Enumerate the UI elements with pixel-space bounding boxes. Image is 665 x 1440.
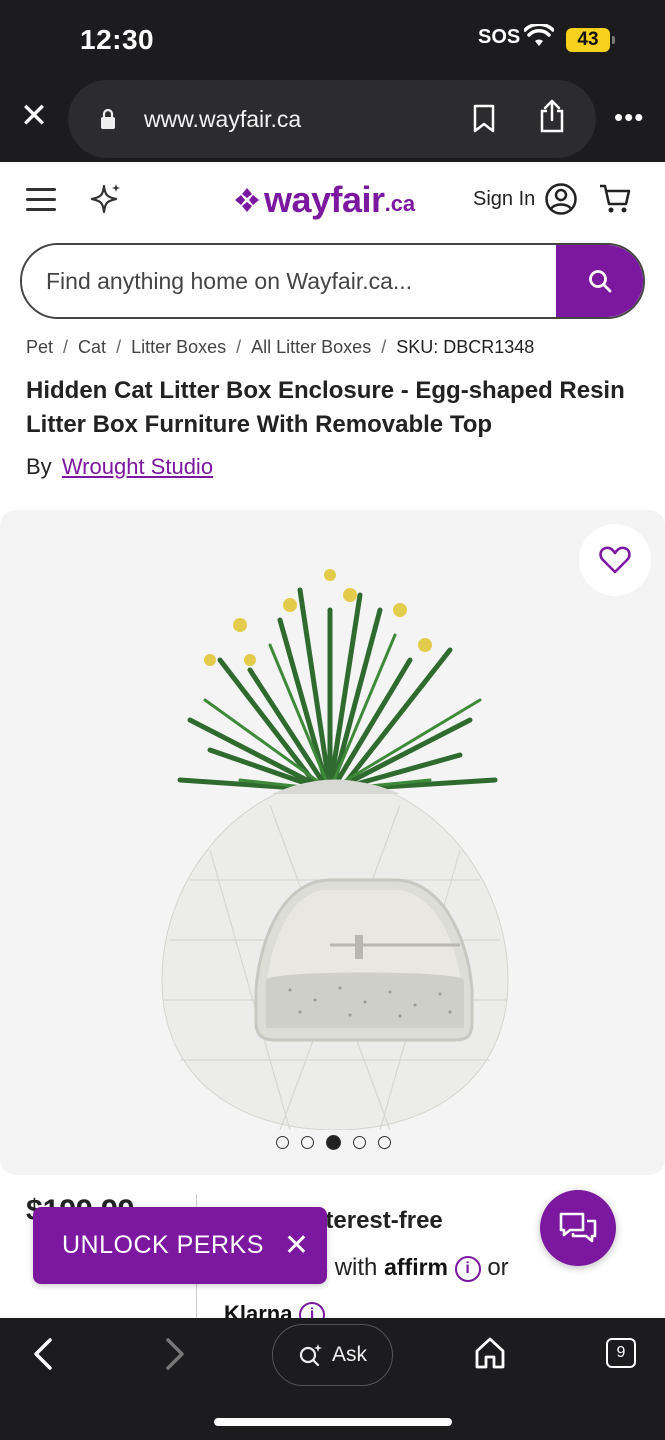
breadcrumb: Pet / Cat / Litter Boxes / All Litter Boxes… — [26, 337, 534, 358]
status-bar: 12:30 SOS 43 — [0, 0, 665, 76]
ask-sparkle-icon — [299, 1344, 322, 1367]
wayfair-logo[interactable]: wayfair .ca — [232, 178, 415, 222]
more-options-icon[interactable]: ••• — [614, 104, 644, 130]
unlock-perks-banner[interactable]: UNLOCK PERKS ✕ — [33, 1207, 327, 1284]
gallery-pagination — [276, 1135, 391, 1150]
battery-indicator: 43 — [566, 28, 615, 52]
breadcrumb-pet[interactable]: Pet — [26, 337, 53, 358]
back-arrow-icon[interactable] — [30, 1336, 58, 1372]
search-icon — [589, 270, 612, 293]
search-bar — [20, 243, 645, 319]
sign-in-link[interactable]: Sign In — [473, 188, 535, 211]
breadcrumb-separator: / — [236, 337, 242, 357]
logo-suffix: .ca — [384, 191, 416, 216]
chat-icon — [559, 1212, 597, 1243]
home-indicator — [214, 1418, 452, 1426]
sos-indicator: SOS — [478, 26, 521, 48]
hamburger-menu-icon[interactable] — [26, 188, 56, 212]
status-time: 12:30 — [80, 24, 155, 55]
gallery-dot[interactable] — [378, 1136, 391, 1149]
sparkle-icon[interactable] — [90, 182, 122, 216]
lock-icon — [101, 108, 115, 129]
ask-button[interactable]: Ask — [272, 1324, 393, 1386]
gallery-dot-active[interactable] — [326, 1135, 341, 1150]
favorite-button[interactable] — [579, 524, 651, 596]
bookmark-icon[interactable] — [472, 104, 496, 134]
breadcrumb-litter-boxes[interactable]: Litter Boxes — [131, 337, 226, 358]
url-text: www.wayfair.ca — [144, 106, 302, 132]
breadcrumb-all-litter-boxes[interactable]: All Litter Boxes — [251, 337, 371, 358]
close-icon[interactable]: ✕ — [18, 96, 50, 136]
breadcrumb-cat[interactable]: Cat — [78, 337, 106, 358]
chat-button[interactable] — [540, 1190, 616, 1266]
browser-toolbar: ✕ www.wayfair.ca ••• — [0, 76, 665, 162]
gallery-dot[interactable] — [301, 1136, 314, 1149]
ask-label: Ask — [331, 1343, 367, 1366]
sku-label: SKU: DBCR1348 — [396, 337, 535, 357]
forward-arrow-icon[interactable] — [160, 1336, 188, 1372]
breadcrumb-separator: / — [381, 337, 387, 357]
affirm-or: or — [487, 1254, 509, 1281]
unlock-perks-label: UNLOCK PERKS — [62, 1231, 264, 1259]
info-icon[interactable]: i — [454, 1255, 481, 1282]
wifi-icon — [523, 22, 555, 53]
wayfair-pinwheel-icon — [235, 188, 259, 212]
tabs-button[interactable]: 9 — [606, 1338, 636, 1368]
gallery-dot[interactable] — [276, 1136, 289, 1149]
cart-icon[interactable] — [598, 182, 632, 216]
site-header: wayfair .ca Sign In — [0, 162, 665, 238]
heart-icon — [599, 546, 631, 574]
affirm-logo: affirm — [384, 1254, 448, 1280]
gallery-dot[interactable] — [353, 1136, 366, 1149]
address-bar[interactable]: www.wayfair.ca — [68, 80, 596, 158]
product-image — [161, 569, 509, 1130]
search-button[interactable] — [556, 245, 643, 317]
close-icon[interactable]: ✕ — [284, 1231, 309, 1261]
brand-line: By Wrought Studio — [26, 454, 213, 480]
product-title: Hidden Cat Litter Box Enclosure - Egg-sh… — [26, 377, 625, 438]
product-image-gallery[interactable] — [0, 510, 665, 1175]
home-icon[interactable] — [474, 1336, 506, 1370]
brand-link[interactable]: Wrought Studio — [62, 454, 213, 479]
brand-prefix: By — [26, 454, 52, 479]
breadcrumb-separator: / — [116, 337, 122, 357]
breadcrumb-separator: / — [63, 337, 69, 357]
logo-word: wayfair — [264, 179, 385, 220]
user-account-icon[interactable] — [544, 182, 578, 216]
search-input[interactable] — [22, 245, 558, 317]
share-icon[interactable] — [538, 98, 566, 134]
browser-bottom-toolbar: Ask 9 — [0, 1318, 665, 1440]
